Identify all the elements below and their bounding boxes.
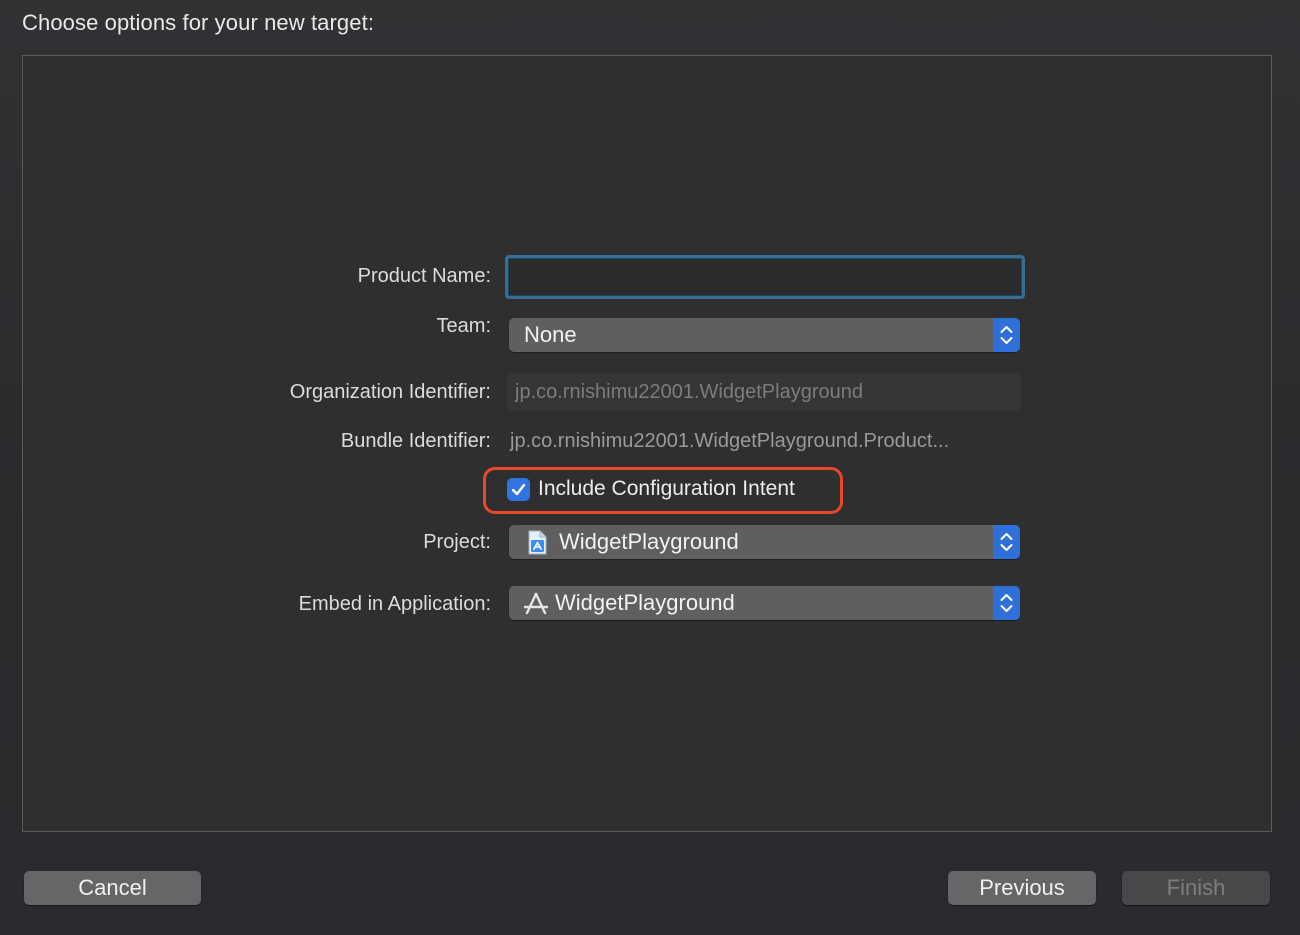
- embed-in-application-popup[interactable]: WidgetPlayground: [509, 586, 1020, 620]
- embed-in-application-popup-value: WidgetPlayground: [555, 590, 735, 615]
- organization-identifier-label: Organization Identifier:: [289, 381, 491, 403]
- sheet-title: Choose options for your new target:: [22, 10, 375, 35]
- bundle-identifier-label: Bundle Identifier:: [340, 430, 491, 452]
- include-configuration-intent-checkbox[interactable]: [507, 478, 530, 501]
- cancel-button[interactable]: Cancel: [24, 871, 201, 905]
- product-name-label: Product Name:: [357, 265, 491, 287]
- project-popup-value: WidgetPlayground: [559, 529, 739, 554]
- include-configuration-intent-label[interactable]: Include Configuration Intent: [538, 477, 795, 501]
- organization-identifier-field[interactable]: jp.co.rnishimu22001.WidgetPlayground: [507, 373, 1021, 411]
- finish-button[interactable]: Finish: [1122, 871, 1270, 905]
- bundle-identifier-value: jp.co.rnishimu22001.WidgetPlayground.Pro…: [510, 430, 950, 452]
- checkmark-icon: [511, 483, 526, 496]
- team-popup[interactable]: None: [509, 318, 1020, 352]
- project-popup[interactable]: WidgetPlayground: [509, 525, 1020, 559]
- chevron-up-down-icon: [1000, 533, 1013, 551]
- chevron-up-down-icon: [1000, 594, 1013, 612]
- team-label: Team:: [436, 315, 491, 337]
- embed-in-application-popup-stepper: [993, 586, 1020, 620]
- app-target-icon: [523, 592, 549, 622]
- team-popup-stepper: [993, 318, 1020, 352]
- previous-button[interactable]: Previous: [948, 871, 1096, 905]
- chevron-up-down-icon: [1000, 326, 1013, 344]
- product-name-input[interactable]: [505, 255, 1025, 299]
- embed-in-application-label: Embed in Application:: [298, 593, 491, 615]
- xcode-project-icon: [526, 530, 548, 561]
- organization-identifier-value: jp.co.rnishimu22001.WidgetPlayground: [515, 381, 863, 403]
- project-popup-stepper: [993, 525, 1020, 559]
- project-label: Project:: [423, 531, 491, 553]
- team-popup-value: None: [524, 322, 577, 347]
